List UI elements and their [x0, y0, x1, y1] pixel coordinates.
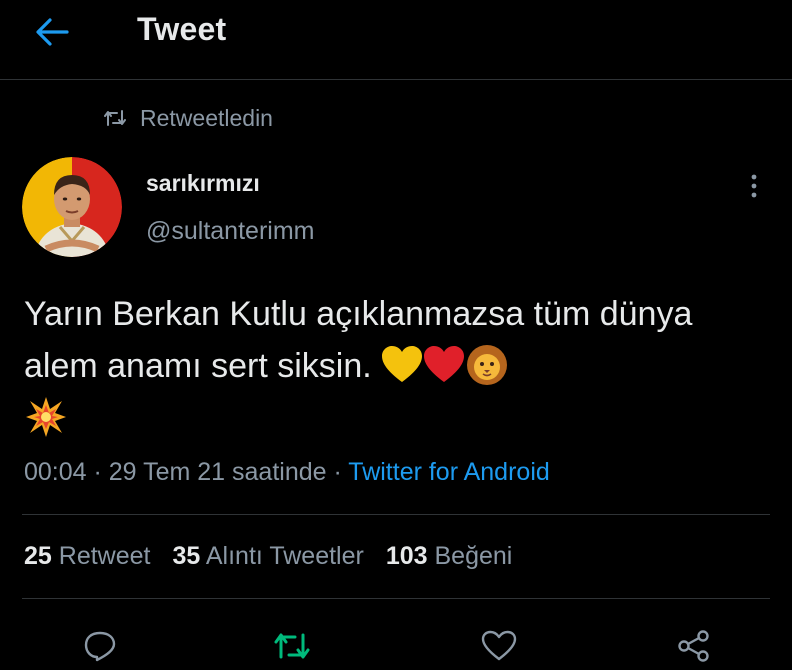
like-icon: [481, 630, 517, 661]
retweet-small-icon: [104, 110, 126, 126]
avatar-image: [22, 157, 122, 257]
back-button[interactable]: [32, 12, 72, 52]
likes-stat[interactable]: 103 Beğeni: [386, 542, 513, 571]
divider: [22, 598, 770, 599]
avatar[interactable]: [22, 157, 122, 257]
arrow-left-icon: [36, 18, 69, 46]
retweets-label: Retweet: [58, 542, 151, 570]
share-icon: [678, 630, 709, 662]
meta-separator: ·: [86, 458, 109, 486]
retweets-count: 25: [24, 542, 52, 570]
yellow-heart-icon: [382, 346, 423, 383]
tweet-date: 29 Tem 21 saatinde: [108, 458, 327, 486]
share-button[interactable]: [672, 624, 716, 668]
retweet-button[interactable]: [270, 624, 314, 668]
retweet-icon: [274, 633, 310, 659]
likes-count: 103: [385, 542, 428, 570]
likes-label: Beğeni: [434, 542, 513, 570]
tweet-source-link[interactable]: Twitter for Android: [348, 458, 549, 486]
lion-face-icon: [467, 345, 508, 386]
social-context-label: Retweetledin: [140, 104, 273, 131]
tweet-stats: 25 Retweet 35 Alıntı Tweetler 103 Beğeni: [24, 542, 534, 571]
tweet-text: Yarın Berkan Kutlu açıklanmazsa tüm düny…: [24, 288, 764, 444]
action-bar: [0, 618, 792, 670]
like-button[interactable]: [477, 624, 521, 668]
divider: [22, 514, 770, 515]
collision-icon: [26, 397, 66, 438]
page-title: Tweet: [137, 11, 227, 47]
more-vertical-icon: [751, 174, 757, 198]
reply-button[interactable]: [78, 624, 122, 668]
tweet-meta: 00:04 · 29 Tem 21 saatinde · Twitter for…: [24, 458, 550, 487]
retweets-stat[interactable]: 25 Retweet: [24, 542, 150, 571]
meta-separator: ·: [326, 458, 349, 486]
author-handle[interactable]: @sultanterimm: [146, 217, 314, 246]
author-display-name[interactable]: sarıkırmızı: [146, 170, 260, 197]
reply-icon: [84, 631, 116, 662]
tweet-text-body: Yarın Berkan Kutlu açıklanmazsa tüm düny…: [24, 295, 693, 385]
quotes-count: 35: [172, 542, 201, 570]
tweet-time: 00:04: [24, 458, 87, 486]
quotes-label: Alıntı Tweetler: [205, 542, 364, 570]
more-options-button[interactable]: [738, 170, 770, 202]
social-context: Retweetledin: [104, 104, 273, 132]
quotes-stat[interactable]: 35 Alıntı Tweetler: [172, 542, 363, 571]
red-heart-icon: [424, 346, 465, 383]
top-bar: Tweet: [0, 0, 792, 80]
